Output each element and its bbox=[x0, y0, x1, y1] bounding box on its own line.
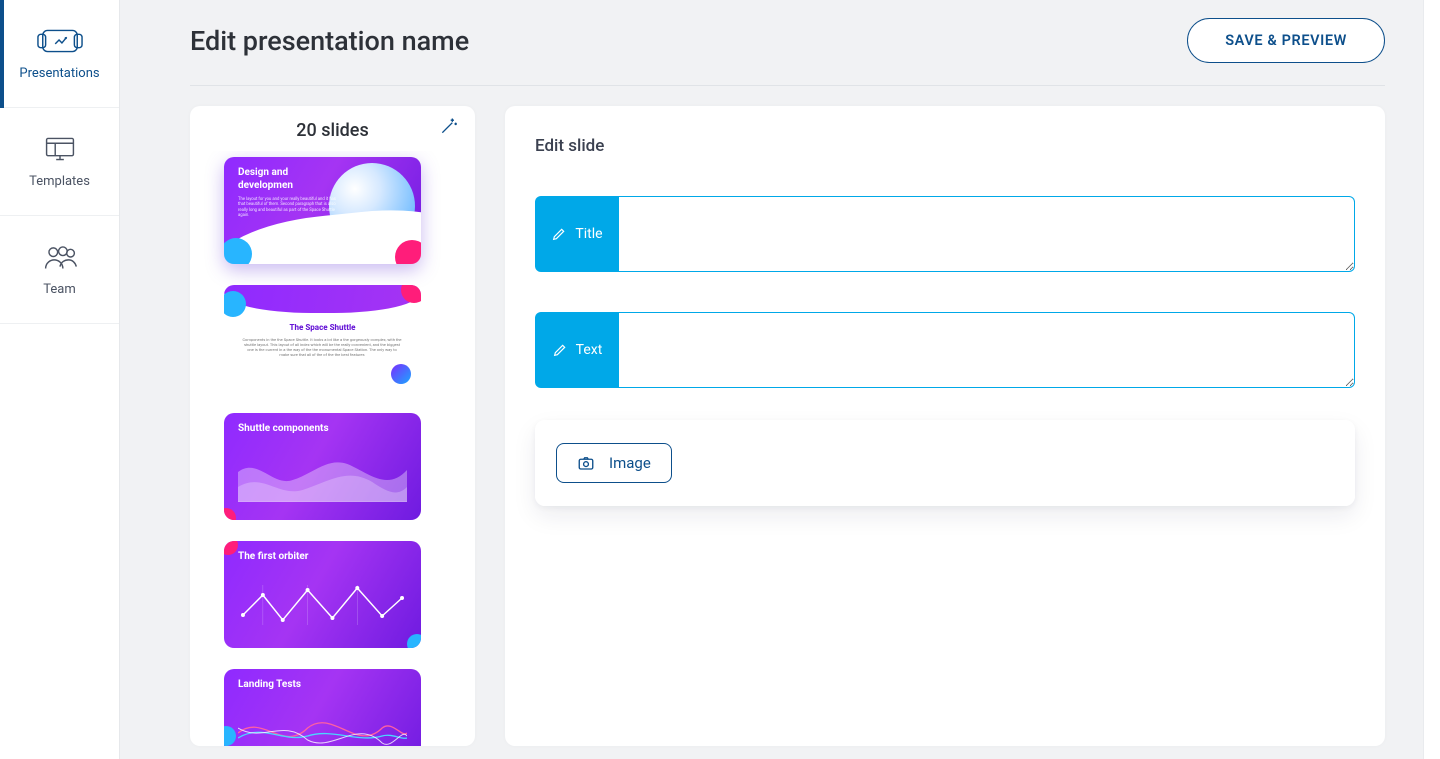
magic-wand-icon[interactable] bbox=[439, 116, 459, 140]
title-field-row: Title bbox=[535, 196, 1355, 272]
title-field-tag: Title bbox=[535, 196, 619, 272]
thumb-title: The first orbiter bbox=[238, 551, 308, 564]
pencil-icon bbox=[552, 342, 568, 358]
team-icon bbox=[37, 242, 83, 272]
templates-icon bbox=[37, 134, 83, 164]
sidenav-item-templates[interactable]: Templates bbox=[0, 108, 119, 216]
thumb-body: The layout for you and your really beaut… bbox=[238, 197, 338, 219]
slide-list[interactable]: Design and developmen The layout for you… bbox=[198, 151, 467, 746]
image-button-label: Image bbox=[609, 454, 651, 472]
header: Edit presentation name SAVE & PREVIEW bbox=[190, 18, 1385, 86]
text-tag-label: Text bbox=[576, 342, 603, 358]
thumb-title: The Space Shuttle bbox=[224, 323, 421, 332]
slide-list-panel: 20 slides Design and developmen The l bbox=[190, 106, 475, 746]
slide-count-label: 20 slides bbox=[296, 120, 368, 141]
sidenav-item-presentations[interactable]: Presentations bbox=[0, 0, 119, 108]
thumb-body: Components in the the Space Shuttle. It … bbox=[242, 337, 402, 357]
main: Edit presentation name SAVE & PREVIEW 20… bbox=[120, 0, 1440, 759]
sidenav-item-team[interactable]: Team bbox=[0, 216, 119, 324]
sidenav: Presentations Templates Team bbox=[0, 0, 120, 759]
window-right-edge bbox=[1423, 0, 1440, 759]
sidenav-label: Templates bbox=[29, 174, 90, 189]
page-title[interactable]: Edit presentation name bbox=[190, 25, 469, 57]
title-tag-label: Title bbox=[575, 226, 602, 242]
save-preview-button[interactable]: SAVE & PREVIEW bbox=[1187, 18, 1385, 63]
presentations-icon bbox=[37, 26, 83, 56]
camera-icon bbox=[577, 454, 595, 472]
edit-slide-heading: Edit slide bbox=[535, 136, 1355, 156]
text-field-row: Text bbox=[535, 312, 1355, 388]
text-field-tag: Text bbox=[535, 312, 619, 388]
slide-thumbnail[interactable]: Landing Tests bbox=[224, 669, 421, 746]
slide-thumbnail[interactable]: Shuttle components bbox=[224, 413, 421, 520]
image-card: Image bbox=[535, 420, 1355, 506]
thumb-title: Landing Tests bbox=[238, 679, 301, 692]
sidenav-label: Team bbox=[43, 282, 76, 297]
edit-slide-panel: Edit slide Title Text bbox=[505, 106, 1385, 746]
title-input[interactable] bbox=[619, 196, 1355, 272]
sidenav-label: Presentations bbox=[19, 66, 99, 81]
pencil-icon bbox=[551, 226, 567, 242]
text-input[interactable] bbox=[619, 312, 1355, 388]
slide-thumbnail[interactable]: Design and developmen The layout for you… bbox=[224, 157, 421, 264]
slide-thumbnail[interactable]: The first orbiter bbox=[224, 541, 421, 648]
image-button[interactable]: Image bbox=[556, 443, 672, 483]
thumb-title: Shuttle components bbox=[238, 423, 329, 436]
slide-thumbnail[interactable]: The Space Shuttle Components in the the … bbox=[224, 285, 421, 392]
thumb-title: Design and developmen bbox=[238, 167, 338, 192]
